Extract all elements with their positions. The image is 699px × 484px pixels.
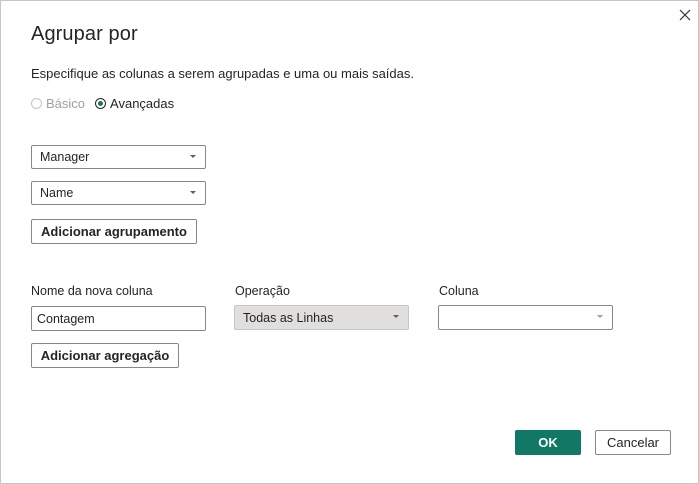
group-column-1-value: Manager [40,150,90,164]
close-icon [679,9,691,21]
operation-label: Operação [235,284,290,298]
chevron-down-icon [190,155,196,158]
dialog-description: Especifique as colunas a serem agrupadas… [31,66,414,81]
group-column-select-2[interactable]: Name [31,181,206,205]
cancel-button[interactable]: Cancelar [595,430,671,455]
column-select[interactable] [438,305,613,330]
chevron-down-icon [190,191,196,194]
basic-radio[interactable]: Básico [31,96,85,111]
chevron-down-icon [597,315,603,318]
advanced-radio-label: Avançadas [110,96,175,111]
advanced-radio[interactable]: Avançadas [95,96,174,111]
operation-value: Todas as Linhas [243,310,334,325]
chevron-down-icon [393,315,399,318]
add-grouping-button[interactable]: Adicionar agrupamento [31,219,197,244]
ok-button[interactable]: OK [515,430,581,455]
close-button[interactable] [675,5,695,25]
dialog-title: Agrupar por [31,23,138,45]
advanced-radio-circle [95,98,107,109]
group-column-select-1[interactable]: Manager [31,145,206,169]
mode-radio-group: Básico Avançadas [31,96,184,111]
basic-radio-circle [31,98,42,109]
basic-radio-label: Básico [46,96,86,111]
group-by-dialog: Agrupar por Especifique as colunas a ser… [0,0,699,484]
add-aggregation-button[interactable]: Adicionar agregação [31,343,179,368]
new-column-label: Nome da nova coluna [31,284,153,298]
operation-select[interactable]: Todas as Linhas [234,305,409,330]
column-label: Coluna [439,284,479,298]
new-column-name-input[interactable] [31,306,206,331]
group-column-2-value: Name [40,186,74,200]
